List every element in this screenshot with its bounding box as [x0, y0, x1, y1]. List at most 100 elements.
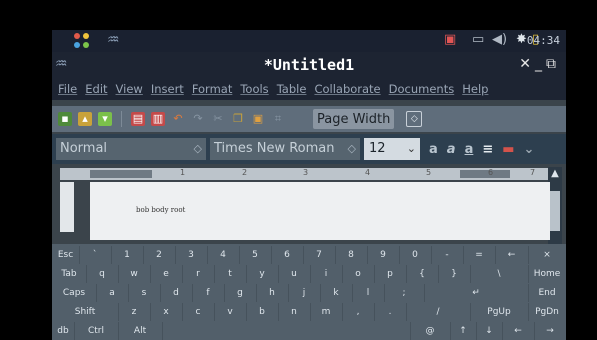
- key-8[interactable]: 8: [335, 246, 368, 264]
- restore-icon[interactable]: ⧉: [546, 56, 560, 72]
- key-j[interactable]: j: [288, 284, 321, 302]
- redo-icon[interactable]: ↷: [191, 112, 205, 126]
- key-f[interactable]: f: [192, 284, 225, 302]
- key-left-brace[interactable]: {: [406, 265, 439, 283]
- key-c[interactable]: c: [182, 303, 215, 321]
- brightness-icon[interactable]: ✸: [516, 32, 527, 47]
- menu-table[interactable]: Table: [277, 82, 307, 96]
- ruler-left-margin[interactable]: [90, 170, 152, 178]
- document-text[interactable]: bob body root: [136, 206, 185, 214]
- key-p[interactable]: p: [374, 265, 407, 283]
- key-home[interactable]: Home: [528, 265, 566, 283]
- more-options-icon[interactable]: ⌄: [524, 142, 535, 157]
- key-equals[interactable]: =: [463, 246, 496, 264]
- new-document-icon[interactable]: ▪: [58, 112, 72, 126]
- key-enter[interactable]: ↵: [424, 284, 529, 302]
- bold-icon[interactable]: a: [429, 142, 438, 157]
- key-s[interactable]: s: [128, 284, 161, 302]
- print-preview-icon[interactable]: ▥: [151, 112, 165, 126]
- underline-icon[interactable]: a: [465, 142, 474, 157]
- key-shift[interactable]: Shift: [52, 303, 119, 321]
- key-caps[interactable]: Caps: [52, 284, 97, 302]
- minimize-icon[interactable]: _: [535, 56, 546, 72]
- menu-format[interactable]: Format: [192, 82, 233, 96]
- style-select[interactable]: Normal ◇: [56, 138, 206, 160]
- ruler-right-margin[interactable]: [460, 170, 510, 178]
- key-end[interactable]: End: [528, 284, 566, 302]
- key-i[interactable]: i: [310, 265, 343, 283]
- save-icon[interactable]: ▾: [98, 112, 112, 126]
- scroll-up-icon[interactable]: ▲: [548, 167, 562, 181]
- key-2[interactable]: 2: [143, 246, 176, 264]
- key-ctrl[interactable]: Ctrl: [74, 322, 119, 340]
- key-h[interactable]: h: [256, 284, 289, 302]
- key-slash[interactable]: /: [406, 303, 471, 321]
- italic-icon[interactable]: a: [447, 142, 456, 157]
- key-tab[interactable]: Tab: [52, 265, 87, 283]
- menu-view[interactable]: View: [116, 82, 143, 96]
- zoom-stepper-icon[interactable]: ◇: [406, 111, 423, 127]
- key-w[interactable]: w: [118, 265, 151, 283]
- key-x[interactable]: x: [150, 303, 183, 321]
- key-semicolon[interactable]: ;: [384, 284, 425, 302]
- print-icon[interactable]: ▤: [131, 112, 145, 126]
- abiword-launcher-icon[interactable]: ♒: [107, 32, 120, 48]
- key-right-brace[interactable]: }: [438, 265, 471, 283]
- volume-icon[interactable]: ◀): [492, 32, 507, 47]
- key-space[interactable]: [162, 322, 411, 340]
- key-pgup[interactable]: PgUp: [470, 303, 529, 321]
- key-arrow-down[interactable]: ↓: [476, 322, 503, 340]
- key-u[interactable]: u: [278, 265, 311, 283]
- key-t[interactable]: t: [214, 265, 247, 283]
- key-0[interactable]: 0: [399, 246, 432, 264]
- key-esc[interactable]: Esc: [52, 246, 80, 264]
- key-r[interactable]: r: [182, 265, 215, 283]
- drive-icon[interactable]: ▭: [472, 32, 484, 47]
- apps-grid-icon[interactable]: [74, 33, 90, 49]
- close-icon[interactable]: ✕: [519, 56, 535, 72]
- key-y[interactable]: y: [246, 265, 279, 283]
- key-n[interactable]: n: [278, 303, 311, 321]
- key-backspace[interactable]: ←: [495, 246, 529, 264]
- zoom-select[interactable]: Page Width: [313, 109, 395, 129]
- key-db[interactable]: db: [52, 322, 75, 340]
- key-3[interactable]: 3: [175, 246, 208, 264]
- open-icon[interactable]: ▴: [78, 112, 92, 126]
- copy-icon[interactable]: ❐: [231, 112, 245, 126]
- menu-tools[interactable]: Tools: [240, 82, 268, 96]
- key-k[interactable]: k: [320, 284, 353, 302]
- key-b[interactable]: b: [246, 303, 279, 321]
- font-select[interactable]: Times New Roman ◇: [210, 138, 360, 160]
- key-period[interactable]: .: [374, 303, 407, 321]
- key-at[interactable]: @: [410, 322, 451, 340]
- menu-documents[interactable]: Documents: [389, 82, 455, 96]
- menu-collaborate[interactable]: Collaborate: [314, 82, 380, 96]
- key-arrow-right[interactable]: →: [534, 322, 566, 340]
- key-z[interactable]: z: [118, 303, 151, 321]
- key-7[interactable]: 7: [303, 246, 336, 264]
- undo-icon[interactable]: ↶: [171, 112, 185, 126]
- key-e[interactable]: e: [150, 265, 183, 283]
- key-arrow-up[interactable]: ↑: [450, 322, 477, 340]
- key-9[interactable]: 9: [367, 246, 400, 264]
- key-close[interactable]: ⨯: [528, 246, 566, 264]
- key-m[interactable]: m: [310, 303, 343, 321]
- menu-file[interactable]: File: [58, 82, 77, 96]
- document-page[interactable]: bob body root: [90, 182, 550, 240]
- key-5[interactable]: 5: [239, 246, 272, 264]
- menu-insert[interactable]: Insert: [151, 82, 184, 96]
- menu-edit[interactable]: Edit: [85, 82, 107, 96]
- key-backtick[interactable]: `: [79, 246, 112, 264]
- key-v[interactable]: v: [214, 303, 247, 321]
- paste-icon[interactable]: ▣: [251, 112, 265, 126]
- network-icon[interactable]: ▣: [444, 32, 456, 47]
- key-l[interactable]: l: [352, 284, 385, 302]
- font-size-select[interactable]: 12 ⌄: [364, 138, 420, 160]
- menu-help[interactable]: Help: [462, 82, 488, 96]
- key-4[interactable]: 4: [207, 246, 240, 264]
- scroll-thumb[interactable]: [550, 191, 560, 231]
- key-1[interactable]: 1: [111, 246, 144, 264]
- key-g[interactable]: g: [224, 284, 257, 302]
- key-pgdn[interactable]: PgDn: [528, 303, 566, 321]
- key-arrow-left[interactable]: ←: [502, 322, 535, 340]
